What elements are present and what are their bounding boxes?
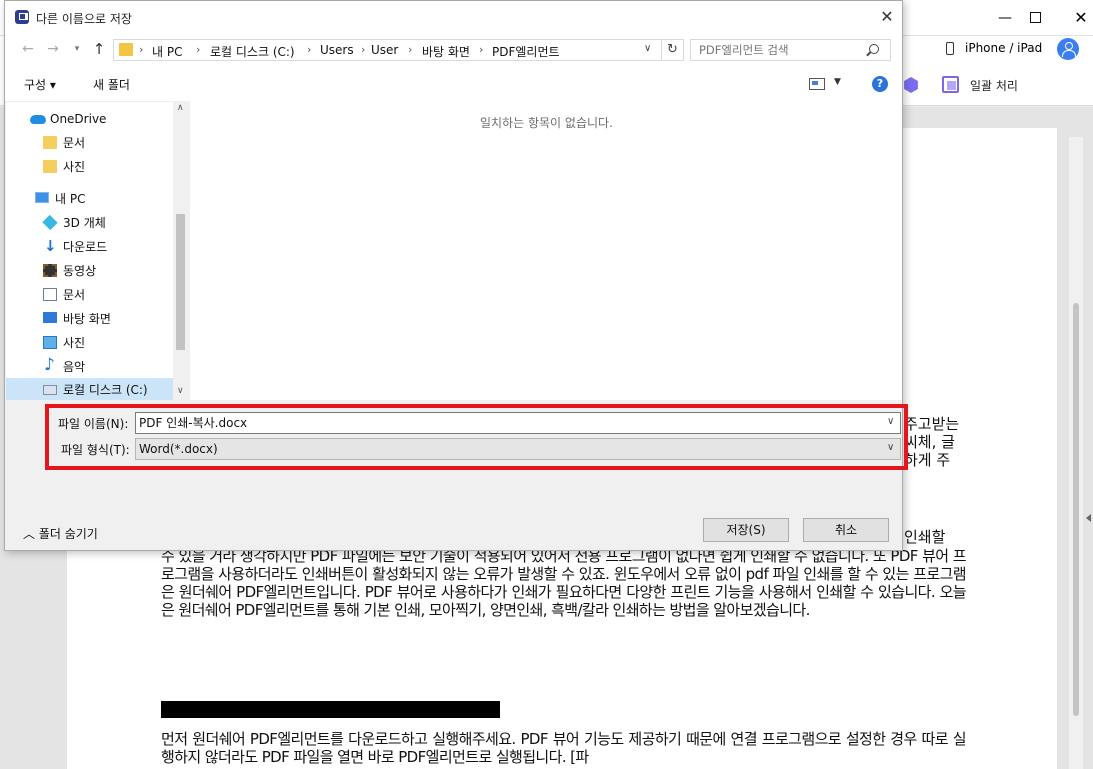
- tree-item-label: 3D 개체: [63, 216, 106, 230]
- address-bar[interactable]: › 내 PC › 로컬 디스크 (C:) › Users › User › 바탕…: [113, 39, 662, 61]
- chevron-right-icon[interactable]: ›: [139, 43, 143, 56]
- doc-text-fragment: 인쇄할: [904, 528, 946, 546]
- tree-item-label: 문서: [63, 136, 86, 150]
- disk-icon: [43, 385, 57, 395]
- side-panel-arrow-icon[interactable]: [1086, 514, 1091, 522]
- breadcrumb-item[interactable]: User: [371, 43, 398, 57]
- up-arrow-icon[interactable]: ↑: [91, 41, 107, 57]
- pc-icon: [35, 192, 49, 203]
- batch-process-button[interactable]: 일괄 처리: [970, 77, 1018, 94]
- search-input[interactable]: [699, 43, 864, 57]
- cancel-button[interactable]: 취소: [803, 518, 889, 542]
- breadcrumb-item[interactable]: 바탕 화면: [422, 43, 470, 60]
- tree-item-label: 내 PC: [55, 192, 86, 206]
- scroll-up-icon[interactable]: ∧: [177, 103, 184, 113]
- chevron-right-icon[interactable]: ›: [479, 43, 483, 56]
- tree-item-label: 사진: [63, 160, 86, 174]
- nav-pane-scroll-thumb[interactable]: [176, 214, 185, 350]
- tree-item-label: 음악: [63, 360, 86, 374]
- back-arrow-icon[interactable]: ←: [20, 41, 36, 57]
- forward-arrow-icon[interactable]: →: [45, 41, 61, 57]
- tree-item-label: 바탕 화면: [63, 312, 111, 326]
- doc-text-fragment: 하게 주: [904, 451, 951, 469]
- save-button[interactable]: 저장(S): [703, 518, 789, 542]
- tree-item-label: 동영상: [63, 264, 97, 278]
- empty-folder-message: 일치하는 항목이 없습니다.: [480, 116, 613, 130]
- hide-folders-label: 폴더 숨기기: [38, 527, 98, 541]
- maximize-icon: [1029, 12, 1041, 23]
- new-folder-button[interactable]: 새 폴더: [93, 76, 130, 93]
- save-as-dialog: 다른 이름으로 저장 ✕ ← → ▾ ↑ › 내 PC › 로컬 디스크 (C:…: [4, 0, 908, 551]
- document-icon: [43, 288, 57, 301]
- redacted-heading: [161, 701, 500, 718]
- tree-item-label: 다운로드: [63, 240, 108, 254]
- scroll-down-icon[interactable]: ∨: [177, 386, 184, 396]
- breadcrumb-item[interactable]: PDF엘리먼트: [492, 43, 560, 60]
- chevron-right-icon[interactable]: ›: [408, 43, 412, 56]
- pictures-icon: [43, 336, 57, 349]
- desktop-icon: [43, 312, 57, 323]
- minimize-button[interactable]: —: [995, 8, 1015, 28]
- tree-item-label: OneDrive: [50, 112, 107, 126]
- music-icon: [43, 354, 57, 376]
- close-app-button[interactable]: ✕: [1071, 8, 1091, 28]
- view-options-icon[interactable]: [809, 78, 825, 90]
- onedrive-icon: [30, 115, 46, 124]
- tree-item-label: 사진: [63, 336, 86, 350]
- hide-folders-button[interactable]: ︿ 폴더 숨기기: [23, 525, 98, 542]
- chevron-down-icon[interactable]: ▼: [834, 77, 841, 87]
- folder-icon: [43, 136, 57, 149]
- organize-button[interactable]: 구성 ▾: [24, 76, 56, 93]
- breadcrumb-item[interactable]: 내 PC: [152, 43, 182, 60]
- chevron-right-icon[interactable]: ›: [361, 43, 365, 56]
- recent-locations-icon[interactable]: ▾: [69, 41, 85, 57]
- dialog-command-bar: [5, 67, 902, 101]
- chevron-down-icon[interactable]: ∨: [644, 43, 651, 54]
- dialog-close-button[interactable]: ✕: [877, 7, 897, 27]
- help-icon[interactable]: ?: [872, 76, 888, 92]
- batch-process-icon[interactable]: [942, 76, 959, 93]
- folder-icon: [119, 43, 133, 56]
- document-scroll-thumb[interactable]: [1073, 303, 1079, 716]
- pdfelement-logo-icon: [15, 10, 29, 24]
- doc-paragraph: 수 있을 거라 생각하지만 PDF 파일에는 보안 기술이 적용되어 있어서 전…: [161, 547, 967, 619]
- dialog-titlebar: 다른 이름으로 저장 ✕: [5, 1, 902, 33]
- refresh-button[interactable]: ↻: [662, 39, 684, 61]
- search-box[interactable]: [690, 39, 891, 61]
- user-avatar[interactable]: [1057, 38, 1079, 60]
- maximize-button[interactable]: [1025, 8, 1045, 28]
- chevron-right-icon[interactable]: ›: [307, 43, 311, 56]
- search-icon[interactable]: [869, 44, 879, 54]
- dialog-title: 다른 이름으로 저장: [36, 12, 132, 26]
- chevron-up-icon: ︿: [23, 527, 39, 541]
- breadcrumb-item[interactable]: Users: [320, 43, 354, 57]
- device-link[interactable]: iPhone / iPad: [965, 41, 1042, 55]
- folder-icon: [43, 160, 57, 173]
- tree-item-label: 로컬 디스크 (C:): [63, 383, 148, 397]
- doc-paragraph: 먼저 원더쉐어 PDF엘리먼트를 다운로드하고 실행해주세요. PDF 뷰어 기…: [161, 730, 967, 766]
- video-icon: [43, 264, 57, 277]
- download-icon: [43, 235, 57, 257]
- chevron-right-icon[interactable]: ›: [196, 43, 200, 56]
- tree-item-label: 문서: [63, 288, 86, 302]
- breadcrumb-item[interactable]: 로컬 디스크 (C:): [210, 43, 295, 60]
- phone-icon: [946, 42, 954, 55]
- file-list-pane[interactable]: [190, 101, 902, 400]
- annotation-highlight-box: [45, 404, 908, 470]
